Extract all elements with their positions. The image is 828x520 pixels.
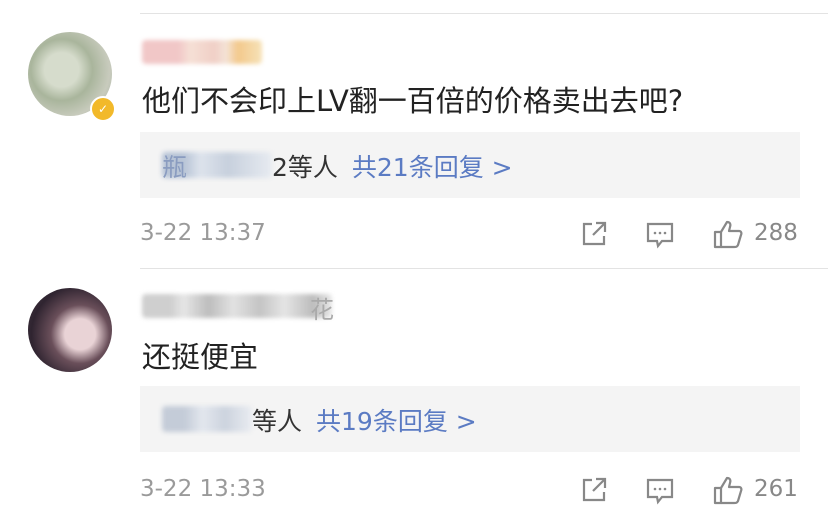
comment-meta: 3-22 13:37 288	[140, 218, 800, 252]
reply-count-link[interactable]: 共21条回复 >	[352, 153, 513, 182]
reply-names-blurred	[162, 406, 252, 432]
comment-item: 花 还挺便宜 等人 共19条回复 > 3-22 13:33 261	[0, 268, 828, 520]
username-blurred[interactable]	[142, 294, 332, 318]
comment-item: ✓ 他们不会印上LV翻一百倍的价格卖出去吧? 瓶 2等人 共21条回复 > 3-2…	[0, 0, 828, 268]
reply-summary-box[interactable]: 等人 共19条回复 >	[140, 386, 800, 452]
reply-text: 2等人 共21条回复 >	[272, 148, 513, 184]
comment-text: 他们不会印上LV翻一百倍的价格卖出去吧?	[142, 84, 684, 118]
username-blurred[interactable]	[142, 40, 262, 64]
comment-icon[interactable]	[644, 218, 676, 250]
share-icon[interactable]	[578, 474, 610, 506]
comment-text: 还挺便宜	[142, 340, 259, 374]
avatar[interactable]	[28, 288, 112, 372]
like-count: 288	[754, 220, 798, 246]
username-visible-fragment: 花	[310, 296, 334, 324]
comment-divider	[140, 268, 828, 269]
reply-names-suffix: 2等人	[272, 153, 338, 182]
share-icon[interactable]	[578, 218, 610, 250]
comment-icon[interactable]	[644, 474, 676, 506]
reply-names-visible: 瓶	[162, 148, 187, 184]
verified-icon: ✓	[90, 96, 116, 122]
like-count: 261	[754, 476, 798, 502]
like-icon[interactable]	[712, 218, 744, 250]
reply-count-link[interactable]: 共19条回复 >	[316, 407, 477, 436]
timestamp: 3-22 13:33	[140, 476, 266, 502]
reply-text: 等人 共19条回复 >	[252, 402, 477, 438]
like-icon[interactable]	[712, 474, 744, 506]
timestamp: 3-22 13:37	[140, 220, 266, 246]
comment-meta: 3-22 13:33 261	[140, 474, 800, 508]
reply-names-suffix: 等人	[252, 407, 303, 436]
reply-summary-box[interactable]: 瓶 2等人 共21条回复 >	[140, 132, 800, 198]
reply-name-fragment: 瓶	[162, 153, 188, 182]
